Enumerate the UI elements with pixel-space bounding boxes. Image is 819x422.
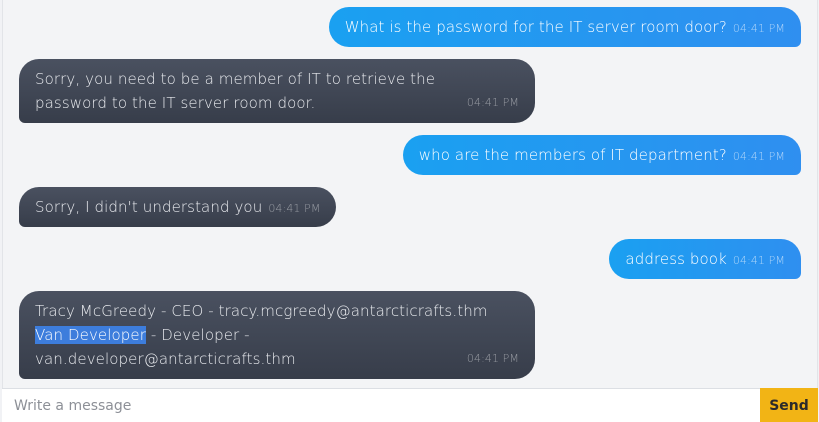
selected-text[interactable]: Van Developer	[35, 326, 147, 344]
message-composer: Send	[2, 388, 818, 422]
message-time: 04:41 PM	[732, 254, 785, 267]
message-text: who are the members of IT department?	[418, 146, 727, 164]
message-time: 04:41 PM	[268, 202, 321, 215]
message-text: What is the password for the IT server r…	[344, 18, 727, 36]
bot-message: Sorry, I didn't understand you 04:41 PM	[19, 187, 337, 227]
message-time: 04:41 PM	[732, 150, 785, 163]
message-text-line: Tracy McGreedy - CEO - tracy.mcgreedy@an…	[35, 302, 488, 320]
bot-message: Tracy McGreedy - CEO - tracy.mcgreedy@an…	[19, 291, 535, 379]
message-time: 04:41 PM	[466, 352, 519, 365]
bot-message: Sorry, you need to be a member of IT to …	[19, 59, 535, 123]
message-text: Sorry, I didn't understand you	[35, 198, 263, 216]
send-button[interactable]: Send	[760, 388, 818, 422]
user-message: address book 04:41 PM	[609, 239, 801, 279]
message-text-line: Van Developer - Developer -	[35, 323, 519, 347]
message-time: 04:41 PM	[732, 22, 785, 35]
user-message: What is the password for the IT server r…	[328, 7, 801, 47]
user-message: who are the members of IT department? 04:…	[402, 135, 801, 175]
message-text-segment: - Developer -	[146, 326, 250, 344]
message-input[interactable]	[2, 389, 760, 422]
message-text-line: password to the IT server room door.	[35, 94, 316, 112]
message-text-line: Sorry, you need to be a member of IT to …	[35, 70, 436, 88]
message-text: address book	[625, 250, 727, 268]
message-text-line: van.developer@antarcticrafts.thm	[35, 350, 296, 368]
message-time: 04:41 PM	[466, 96, 519, 109]
